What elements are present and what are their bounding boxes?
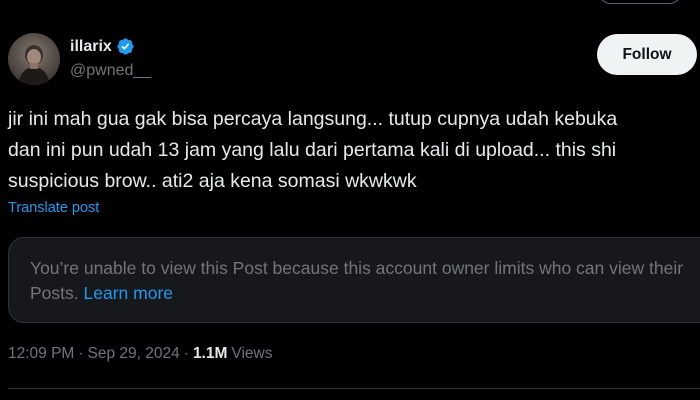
author-display-name[interactable]: illarix <box>70 38 112 56</box>
views-count: 1.1M <box>192 345 228 362</box>
post-text: jir ini mah gua gak bisa percaya langsun… <box>8 108 618 192</box>
divider <box>8 388 700 389</box>
unavailable-quote-card[interactable]: You’re unable to view this Post because … <box>8 237 700 323</box>
learn-more-link[interactable]: Learn more <box>84 283 174 303</box>
avatar[interactable] <box>8 33 60 85</box>
partial-top-button[interactable] <box>598 0 682 4</box>
unavailable-notice: You’re unable to view this Post because … <box>30 256 700 306</box>
post-meta: 12:09 PM · Sep 29, 2024 · 1.1M Views <box>8 345 272 363</box>
post-date[interactable]: Sep 29, 2024 <box>88 345 180 363</box>
translate-post-link[interactable]: Translate post <box>8 200 99 216</box>
author-handle[interactable]: @pwned__ <box>70 62 151 80</box>
post-time[interactable]: 12:09 PM <box>8 345 74 363</box>
author-name-row: illarix <box>70 37 135 56</box>
meta-separator: · <box>78 345 84 362</box>
verified-badge-icon[interactable] <box>116 37 135 56</box>
follow-button[interactable]: Follow <box>597 34 697 75</box>
views-label: Views <box>231 345 273 362</box>
meta-separator: · <box>183 345 189 362</box>
avatar-photo <box>18 45 50 85</box>
